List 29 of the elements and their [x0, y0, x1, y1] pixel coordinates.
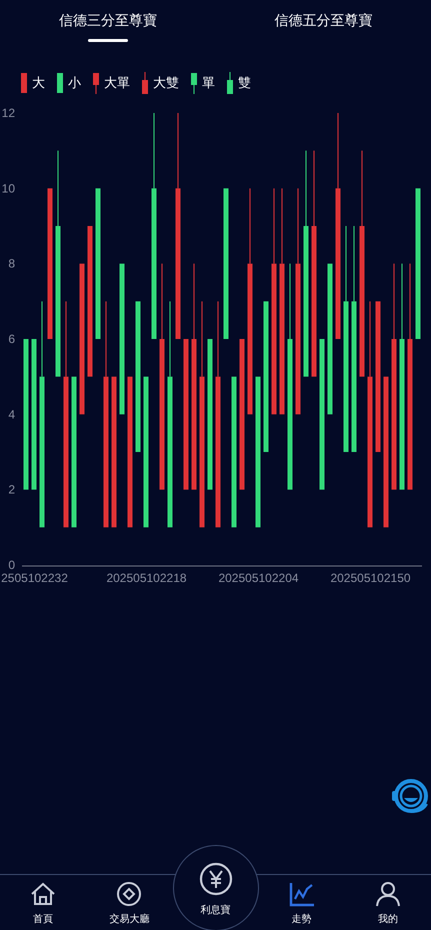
y-axis-label: 4: [8, 407, 15, 422]
x-axis-label: 202505102204: [218, 571, 299, 585]
y-axis-label: 6: [8, 332, 15, 346]
nav-item[interactable]: 交易大廳: [86, 881, 172, 930]
y-axis-label: 10: [2, 181, 15, 196]
x-axis-label: 202505102218: [106, 571, 187, 585]
x-axis-label: 202505102150: [330, 571, 411, 585]
y-axis-label: 12: [2, 106, 15, 120]
tab[interactable]: 信德三分至尊寶: [0, 0, 216, 48]
legend-label: 大單: [104, 75, 130, 92]
y-axis-label: 8: [8, 256, 15, 271]
legend-label: 雙: [238, 75, 251, 92]
nav-item[interactable]: 走勢: [258, 881, 345, 930]
tab[interactable]: 信德五分至尊寶: [216, 0, 431, 48]
home-icon: [30, 881, 56, 907]
legend-label: 大: [32, 75, 45, 92]
y-axis-label: 0: [8, 558, 15, 572]
coin-icon: [116, 881, 142, 907]
legend-label: 單: [202, 75, 215, 92]
chart-icon: [288, 881, 315, 907]
nav-item[interactable]: 我的: [344, 881, 431, 930]
x-axis-label: 2505102232: [1, 571, 68, 585]
legend-label: 小: [68, 75, 81, 92]
yen-icon: [198, 862, 232, 896]
nav-item[interactable]: 首頁: [0, 881, 86, 930]
y-axis-label: 2: [8, 482, 15, 497]
legend-label: 大雙: [153, 75, 179, 92]
user-icon: [374, 881, 401, 907]
nav-item[interactable]: 利息寶: [172, 845, 258, 930]
